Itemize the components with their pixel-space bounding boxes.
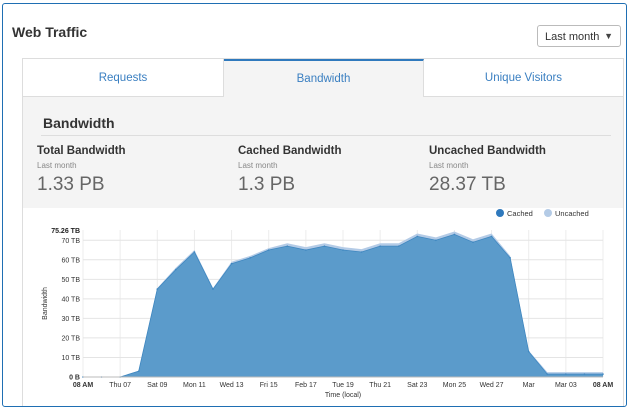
tab-bar: Requests Bandwidth Unique Visitors [23, 59, 623, 97]
x-tick-label: Fri 15 [260, 382, 278, 389]
y-tick-label: 10 TB [61, 355, 80, 362]
y-tick-label: 60 TB [61, 257, 80, 264]
time-range-value: Last month [545, 31, 600, 43]
stat-period: Last month [238, 161, 278, 170]
y-tick-label: 30 TB [61, 316, 80, 323]
data-point-cached [602, 373, 604, 375]
data-point-cached [527, 350, 530, 353]
data-point-cached [490, 235, 493, 238]
x-tick-label: 08 AM [593, 382, 614, 389]
data-point-cached [472, 241, 474, 244]
bandwidth-chart: 08 AM Thu 07 Sat 09 Mon 11 Wed 13 Fri 15 Feb 1… [23, 208, 623, 406]
data-point-cached [546, 373, 549, 375]
data-point-cached [267, 249, 270, 251]
x-tick-label: Tue 19 [332, 382, 354, 389]
y-tick-label: 70 TB [61, 238, 80, 245]
stat-value: 1.3 PB [238, 174, 296, 195]
data-point-cached [397, 245, 400, 247]
y-tick-label: 20 TB [61, 335, 80, 342]
web-traffic-panel: Web Traffic Last month ▼ Requests Bandwi… [2, 3, 627, 407]
x-tick-label: Mar 03 [555, 382, 577, 389]
data-point-cached [230, 262, 233, 265]
x-tick-label: Wed 13 [220, 382, 244, 389]
legend-marker-cached [496, 209, 504, 217]
y-axis-title: Bandwidth [42, 287, 49, 320]
data-point-cached [360, 251, 363, 253]
data-point-cached [379, 245, 381, 247]
x-tick-label: Feb 17 [295, 382, 317, 389]
panel-title: Web Traffic [12, 24, 88, 40]
stat-label: Cached Bandwidth [238, 145, 342, 157]
tab-requests[interactable]: Requests [23, 59, 224, 97]
section-divider [41, 135, 611, 136]
stat-period: Last month [429, 161, 469, 170]
data-point-cached [137, 370, 140, 372]
data-point-cached [435, 239, 437, 242]
data-point-cached [323, 245, 326, 247]
x-tick-label: Thu 21 [369, 382, 391, 389]
x-tick-label: Sat 09 [147, 382, 167, 389]
y-tick-label: 40 TB [61, 296, 80, 303]
data-point-cached [156, 288, 159, 290]
stat-value: 1.33 PB [37, 174, 105, 195]
data-point-cached [193, 251, 196, 253]
legend-label-uncached: Uncached [555, 209, 589, 218]
data-point-cached [416, 235, 419, 238]
chevron-down-icon: ▼ [604, 31, 613, 41]
section-title: Bandwidth [43, 115, 115, 131]
stat-label: Total Bandwidth [37, 145, 126, 157]
y-tick-label: 50 TB [61, 277, 80, 284]
data-point-cached [286, 245, 289, 247]
x-tick-label: Mar [523, 382, 536, 389]
data-point-cached [305, 249, 307, 251]
traffic-card: Requests Bandwidth Unique Visitors Bandw… [22, 58, 624, 406]
stat-period: Last month [37, 161, 77, 170]
time-range-select[interactable]: Last month ▼ [537, 25, 621, 47]
legend-marker-uncached [544, 209, 552, 217]
y-tick-label: 0 B [69, 375, 80, 382]
series-area-cached [83, 234, 603, 377]
x-tick-label: Mon 11 [183, 382, 206, 389]
y-max-label: 75.26 TB [51, 228, 80, 235]
x-tick-label: Wed 27 [480, 382, 504, 389]
data-point-cached [212, 288, 214, 290]
bandwidth-panel: Bandwidth Total Bandwidth Last month 1.3… [23, 97, 623, 406]
legend-label-cached: Cached [507, 209, 533, 218]
data-point-cached [583, 373, 586, 375]
tab-bandwidth[interactable]: Bandwidth [224, 59, 424, 97]
x-tick-label: Thu 07 [109, 382, 131, 389]
tab-unique-visitors[interactable]: Unique Visitors [424, 59, 623, 97]
x-tick-label: Sat 23 [407, 382, 427, 389]
x-tick-label: 08 AM [73, 382, 94, 389]
data-point-cached [565, 373, 567, 375]
data-point-cached [453, 233, 456, 236]
stat-value: 28.37 TB [429, 174, 506, 195]
stat-total-bandwidth: Total Bandwidth Last month 1.33 PB [37, 145, 126, 196]
stat-uncached-bandwidth: Uncached Bandwidth Last month 28.37 TB [429, 145, 546, 196]
x-axis-title: Time (local) [325, 392, 361, 399]
data-point-cached [175, 268, 177, 271]
x-tick-label: Mon 25 [443, 382, 466, 389]
data-point-cached [249, 257, 251, 259]
stat-cached-bandwidth: Cached Bandwidth Last month 1.3 PB [238, 145, 342, 196]
bandwidth-chart-svg: 08 AM Thu 07 Sat 09 Mon 11 Wed 13 Fri 15 Feb 1… [42, 209, 614, 399]
data-point-cached [509, 257, 511, 259]
stat-label: Uncached Bandwidth [429, 145, 546, 157]
data-point-cached [342, 249, 344, 251]
